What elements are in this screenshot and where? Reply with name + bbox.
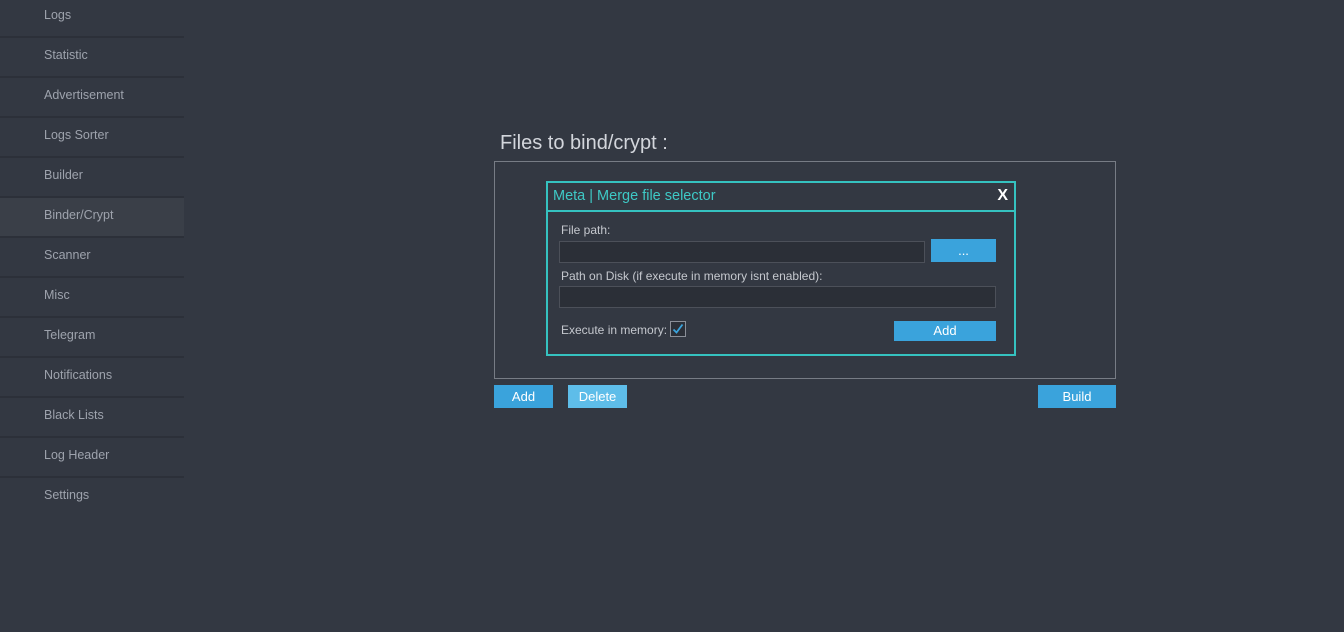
checkmark-icon bbox=[672, 323, 684, 334]
sidebar-item-builder[interactable]: Builder bbox=[0, 158, 184, 198]
sidebar-item-label: Log Header bbox=[44, 448, 110, 462]
merge-file-selector-dialog: Meta | Merge file selector X File path: … bbox=[546, 181, 1016, 356]
sidebar-item-logs[interactable]: Logs bbox=[0, 0, 184, 38]
sidebar-item-binder-crypt[interactable]: Binder/Crypt bbox=[0, 198, 184, 238]
sidebar-item-label: Notifications bbox=[44, 368, 113, 382]
file-path-input[interactable] bbox=[559, 241, 925, 263]
file-path-label: File path: bbox=[561, 223, 611, 237]
sidebar-item-label: Statistic bbox=[44, 48, 88, 62]
page-title: Files to bind/crypt : bbox=[500, 132, 668, 154]
sidebar-item-black-lists[interactable]: Black Lists bbox=[0, 398, 184, 438]
add-file-button[interactable]: Add bbox=[494, 385, 553, 408]
sidebar-item-label: Settings bbox=[44, 488, 90, 502]
sidebar-item-label: Logs Sorter bbox=[44, 128, 109, 142]
sidebar-item-label: Binder/Crypt bbox=[44, 208, 114, 222]
sidebar-item-notifications[interactable]: Notifications bbox=[0, 358, 184, 398]
sidebar-item-label: Advertisement bbox=[44, 88, 124, 102]
sidebar-item-advertisement[interactable]: Advertisement bbox=[0, 78, 184, 118]
sidebar-item-scanner[interactable]: Scanner bbox=[0, 238, 184, 278]
sidebar-item-label: Builder bbox=[44, 168, 83, 182]
sidebar-item-log-header[interactable]: Log Header bbox=[0, 438, 184, 478]
sidebar-item-label: Scanner bbox=[44, 248, 91, 262]
sidebar-item-label: Misc bbox=[44, 288, 70, 302]
sidebar-item-label: Logs bbox=[44, 8, 72, 22]
sidebar-item-label: Black Lists bbox=[44, 408, 104, 422]
sidebar-item-logs-sorter[interactable]: Logs Sorter bbox=[0, 118, 184, 158]
execute-in-memory-checkbox[interactable] bbox=[670, 321, 686, 337]
disk-path-label: Path on Disk (if execute in memory isnt … bbox=[561, 269, 823, 283]
app-window: Logs Statistic Advertisement Logs Sorter… bbox=[0, 0, 1344, 632]
dialog-title: Meta | Merge file selector bbox=[553, 188, 716, 204]
sidebar-item-statistic[interactable]: Statistic bbox=[0, 38, 184, 78]
sidebar-item-telegram[interactable]: Telegram bbox=[0, 318, 184, 358]
browse-button[interactable]: ... bbox=[931, 239, 996, 262]
dialog-add-button[interactable]: Add bbox=[894, 321, 996, 341]
sidebar-item-label: Telegram bbox=[44, 328, 96, 342]
delete-file-button[interactable]: Delete bbox=[568, 385, 627, 408]
build-button[interactable]: Build bbox=[1038, 385, 1116, 408]
disk-path-input[interactable] bbox=[559, 286, 996, 308]
sidebar-item-settings[interactable]: Settings bbox=[0, 478, 184, 516]
dialog-header: Meta | Merge file selector X bbox=[548, 183, 1014, 212]
sidebar: Logs Statistic Advertisement Logs Sorter… bbox=[0, 0, 184, 632]
close-button[interactable]: X bbox=[997, 186, 1008, 206]
execute-in-memory-label: Execute in memory: bbox=[561, 323, 668, 337]
sidebar-item-misc[interactable]: Misc bbox=[0, 278, 184, 318]
